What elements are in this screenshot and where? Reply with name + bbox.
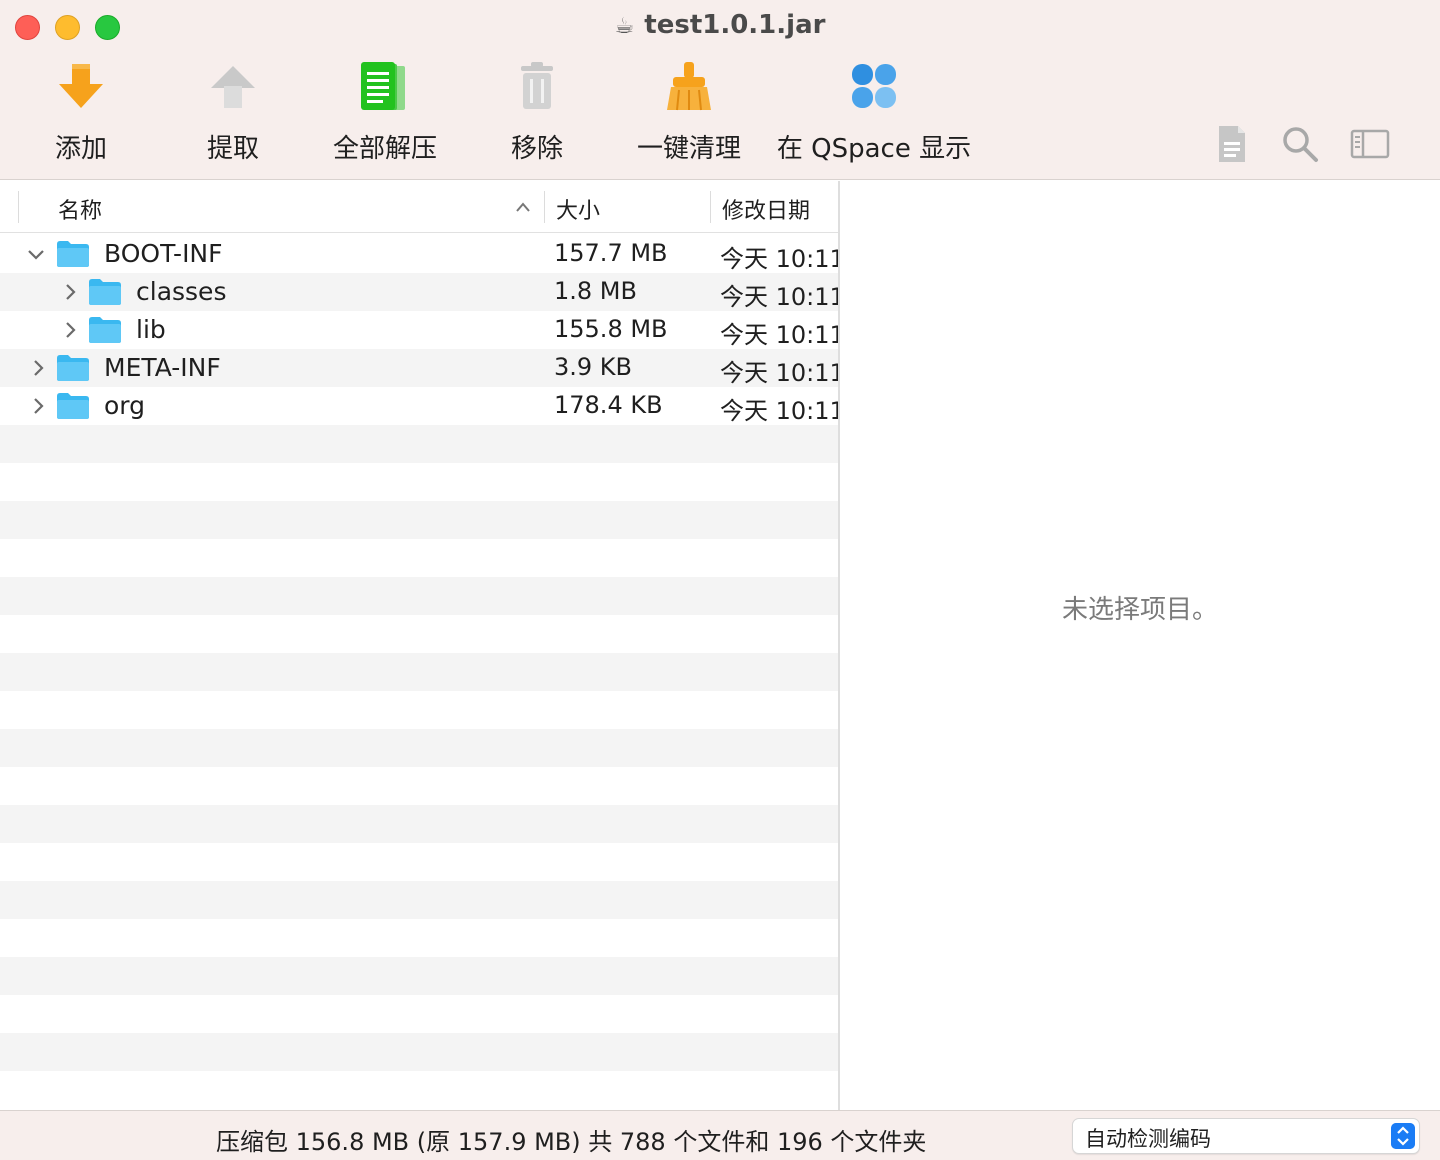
empty-row — [0, 577, 838, 615]
show-in-qspace-button[interactable]: 在 QSpace 显示 — [766, 58, 982, 168]
window-title: ☕ test1.0.1.jar — [614, 10, 826, 40]
empty-row — [0, 425, 838, 463]
archive-summary: 压缩包 156.8 MB (原 157.9 MB) 共 788 个文件和 196… — [216, 1128, 927, 1156]
upload-arrow-icon — [211, 66, 255, 108]
chevron-right-icon[interactable] — [29, 359, 47, 377]
file-size: 178.4 KB — [554, 391, 663, 419]
chevron-right-icon[interactable] — [29, 397, 47, 415]
file-date: 今天 10:11 — [720, 283, 838, 311]
document-info-icon[interactable] — [1212, 124, 1252, 164]
empty-row — [0, 919, 838, 957]
empty-row — [0, 729, 838, 767]
empty-row — [0, 843, 838, 881]
chevron-right-icon[interactable] — [61, 283, 79, 301]
folder-icon — [57, 355, 89, 381]
empty-row — [0, 539, 838, 577]
file-name: org — [104, 391, 146, 420]
file-size: 155.8 MB — [554, 315, 668, 343]
chevron-down-icon[interactable] — [27, 245, 45, 263]
coffee-cup-icon: ☕ — [614, 14, 635, 39]
empty-row — [0, 1071, 838, 1109]
file-size: 157.7 MB — [554, 239, 668, 267]
file-size: 1.8 MB — [554, 277, 637, 305]
documents-icon — [361, 62, 405, 110]
file-name: classes — [136, 277, 227, 306]
empty-row — [0, 805, 838, 843]
table-row[interactable]: classes 1.8 MB 今天 10:11 — [0, 273, 838, 311]
column-separator[interactable] — [544, 191, 545, 223]
add-button[interactable]: 添加 — [6, 58, 156, 168]
file-date: 今天 10:11 — [720, 397, 838, 425]
folder-icon — [89, 317, 121, 343]
clean-label: 一键清理 — [636, 134, 741, 164]
file-list: 名称 大小 修改日期 BOOT-INF 157.7 MB 今天 10:11 cl… — [0, 181, 838, 1110]
file-name: BOOT-INF — [104, 239, 223, 268]
column-header: 名称 大小 修改日期 — [0, 181, 838, 233]
extract-all-button[interactable]: 全部解压 — [310, 58, 460, 168]
column-separator — [18, 191, 19, 223]
remove-label: 移除 — [510, 134, 563, 164]
empty-row — [0, 501, 838, 539]
broom-icon — [667, 62, 711, 111]
clean-button[interactable]: 一键清理 — [614, 58, 764, 168]
file-size: 3.9 KB — [554, 353, 632, 381]
file-date: 今天 10:11 — [720, 321, 838, 349]
download-arrow-icon — [59, 64, 103, 108]
table-row[interactable]: lib 155.8 MB 今天 10:11 — [0, 311, 838, 349]
file-date: 今天 10:11 — [720, 245, 838, 273]
encoding-select[interactable]: 自动检测编码 — [1072, 1118, 1420, 1154]
status-bar: 压缩包 156.8 MB (原 157.9 MB) 共 788 个文件和 196… — [0, 1110, 1440, 1160]
folder-icon — [57, 393, 89, 419]
extract-all-label: 全部解压 — [332, 134, 437, 164]
file-date: 今天 10:11 — [720, 359, 838, 387]
remove-button[interactable]: 移除 — [462, 58, 612, 168]
file-name: lib — [136, 315, 166, 344]
toolbar: ☕ test1.0.1.jar 添加 提取 全部解压 移除 一键清理 在 QSp… — [0, 0, 1440, 180]
no-selection-text: 未选择项目。 — [1061, 595, 1218, 625]
table-row[interactable]: org 178.4 KB 今天 10:11 — [0, 387, 838, 425]
updown-chevron-icon[interactable] — [1391, 1123, 1415, 1149]
file-name: META-INF — [104, 353, 221, 382]
folder-icon — [57, 241, 89, 267]
add-label: 添加 — [54, 134, 107, 164]
column-header-name[interactable]: 名称 — [58, 193, 102, 225]
empty-row — [0, 615, 838, 653]
empty-row — [0, 995, 838, 1033]
empty-row — [0, 881, 838, 919]
qspace-label: 在 QSpace 显示 — [776, 134, 972, 164]
trash-icon — [521, 62, 553, 109]
extract-label: 提取 — [206, 134, 259, 164]
empty-row — [0, 691, 838, 729]
column-header-size[interactable]: 大小 — [556, 193, 600, 225]
empty-row — [0, 1033, 838, 1071]
empty-row — [0, 767, 838, 805]
archive-window: ☕ test1.0.1.jar 添加 提取 全部解压 移除 一键清理 在 QSp… — [0, 0, 1440, 1160]
column-header-modified[interactable]: 修改日期 — [722, 193, 810, 225]
empty-row — [0, 653, 838, 691]
empty-row — [0, 463, 838, 501]
column-separator[interactable] — [710, 191, 711, 223]
folder-icon — [89, 279, 121, 305]
file-rows: BOOT-INF 157.7 MB 今天 10:11 classes 1.8 M… — [0, 235, 838, 1109]
table-row[interactable]: META-INF 3.9 KB 今天 10:11 — [0, 349, 838, 387]
extract-button[interactable]: 提取 — [158, 58, 308, 168]
search-icon[interactable] — [1280, 124, 1320, 164]
qspace-clover-icon — [852, 64, 896, 108]
chevron-right-icon[interactable] — [61, 321, 79, 339]
table-row[interactable]: BOOT-INF 157.7 MB 今天 10:11 — [0, 235, 838, 273]
encoding-value: 自动检测编码 — [1085, 1127, 1211, 1151]
sort-ascending-icon[interactable] — [514, 201, 532, 213]
sidebar-toggle-icon[interactable] — [1350, 124, 1390, 164]
preview-pane: 未选择项目。 — [840, 181, 1440, 1110]
empty-row — [0, 957, 838, 995]
